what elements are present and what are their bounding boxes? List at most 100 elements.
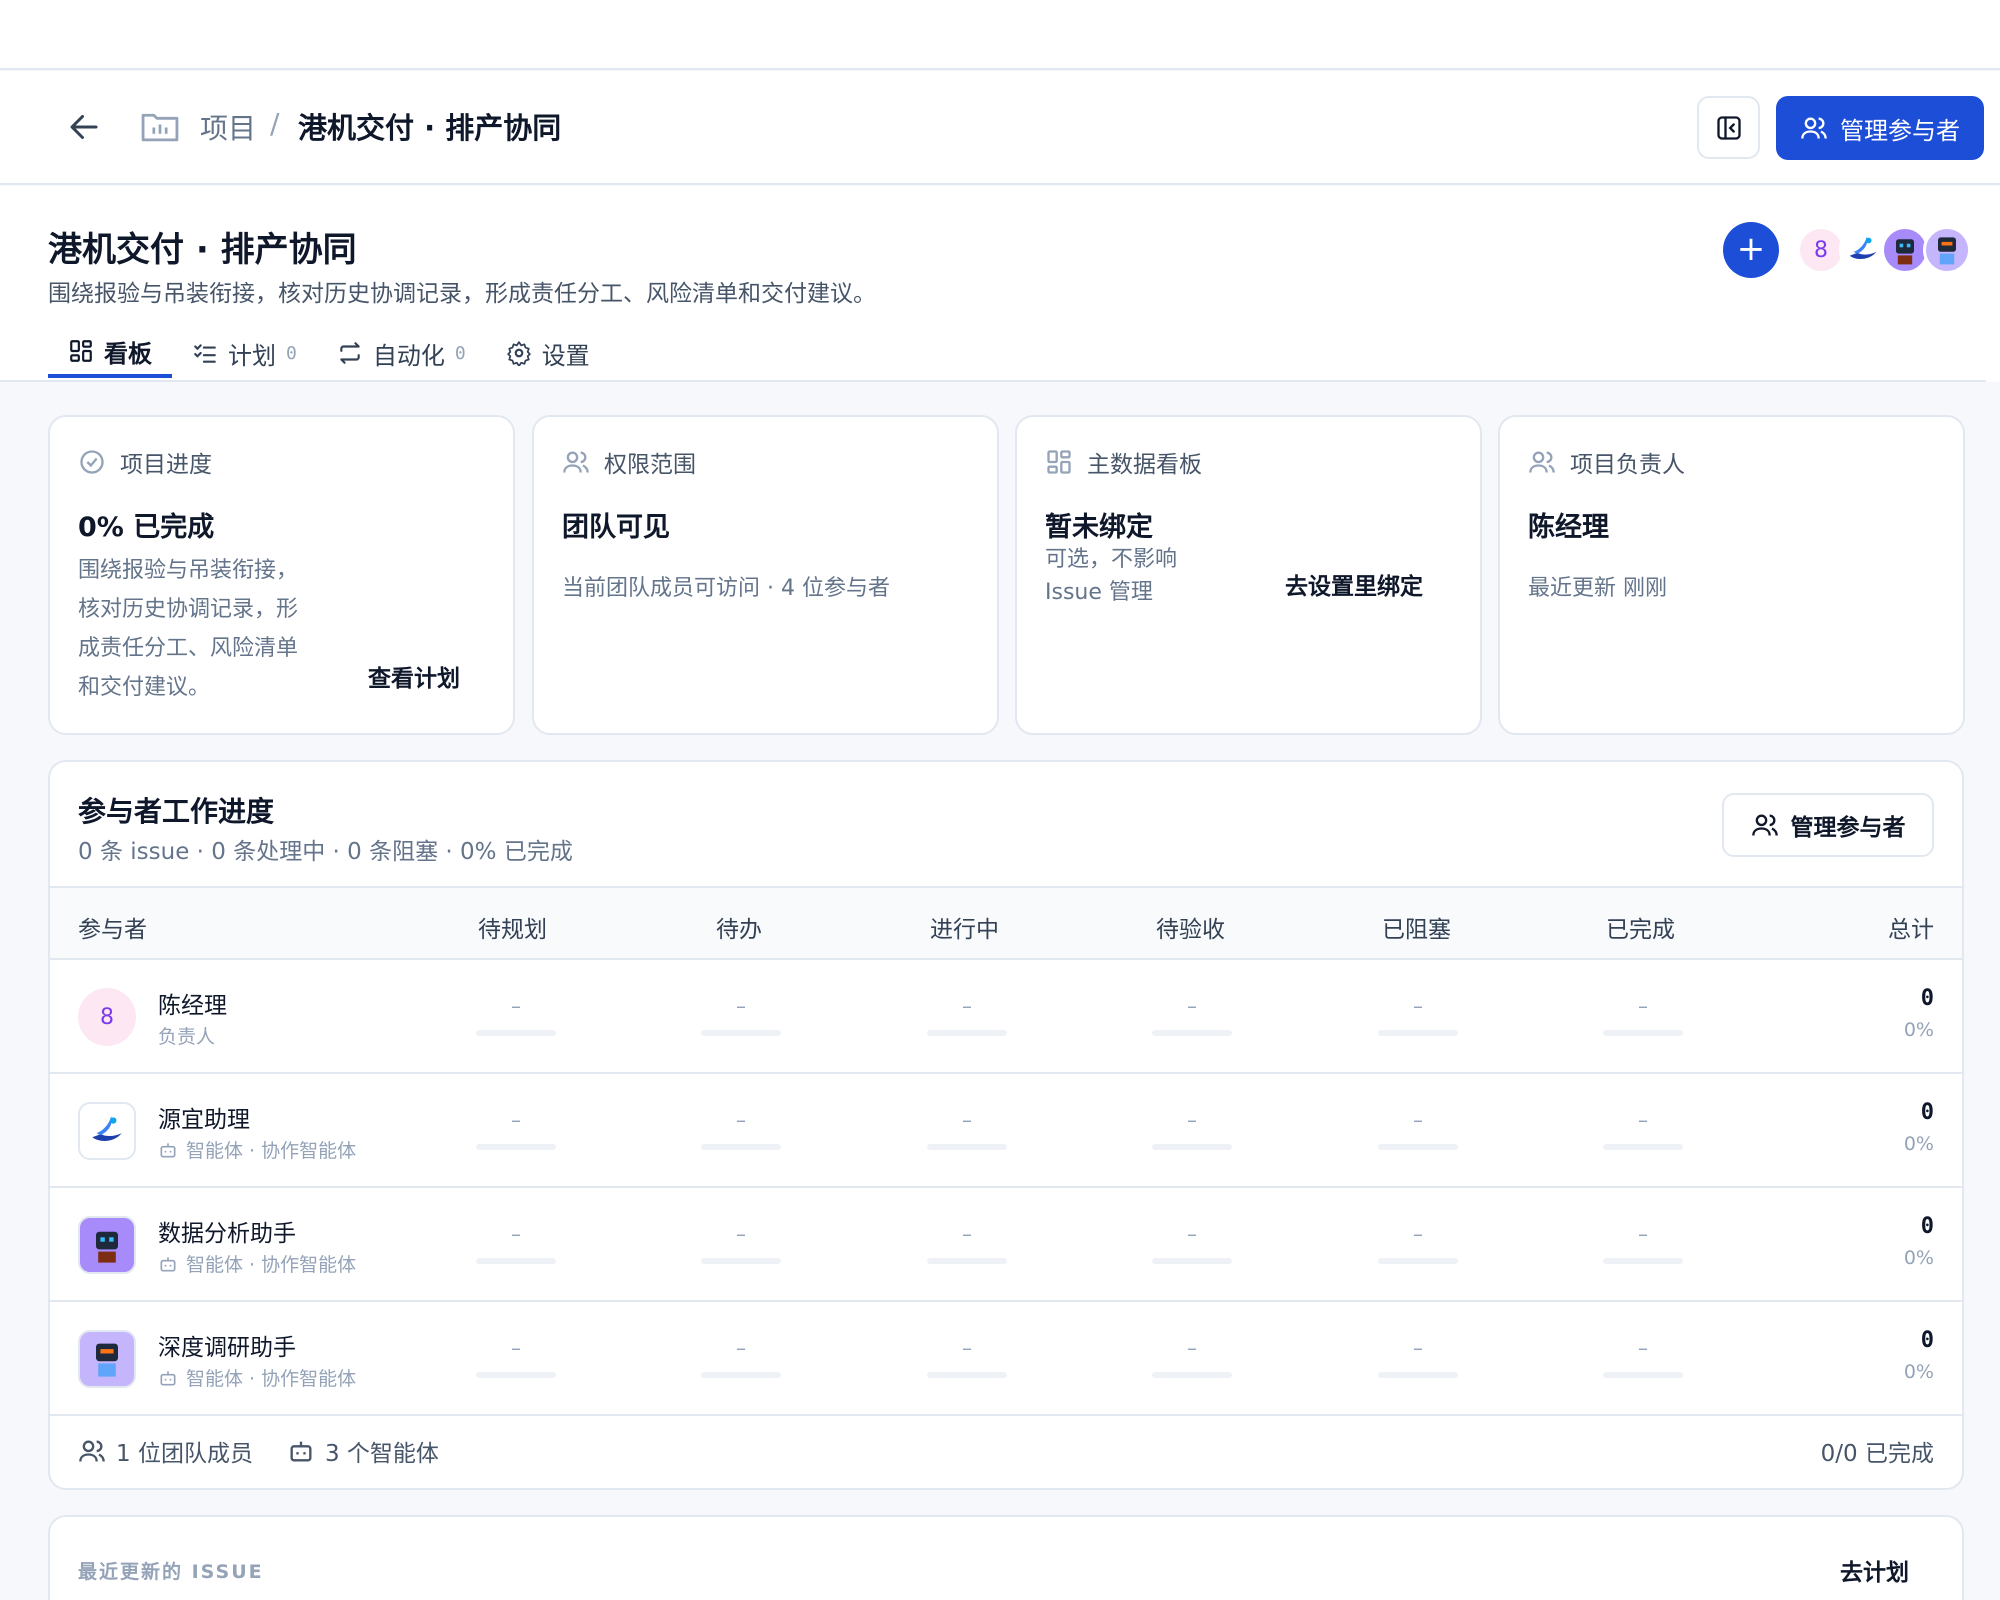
cell-blocked: –: [1378, 1108, 1458, 1150]
cell-blocked: –: [1378, 994, 1458, 1036]
tab-divider: [0, 380, 1986, 382]
progress-bar: [1378, 1258, 1458, 1264]
robot-purple-icon: [78, 1216, 136, 1274]
cell-value: –: [511, 1222, 521, 1246]
folder-icon: [140, 109, 180, 147]
card-progress-body: 围绕报验与吊装衔接， 核对历史协调记录，形 成责任分工、风险清单 和交付建议。: [78, 551, 298, 707]
card-data-board-value: 暂未绑定: [1045, 512, 1153, 543]
col-blocked: 已阻塞: [1382, 917, 1451, 943]
cell-todo: –: [701, 1108, 781, 1150]
cell-to-plan: –: [476, 1222, 556, 1264]
participant-workload-panel: 参与者工作进度 0 条 issue · 0 条处理中 · 0 条阻塞 · 0% …: [48, 760, 1964, 1490]
users-icon: [563, 451, 589, 473]
manage-participants-label: 管理参与者: [1840, 116, 1960, 145]
go-to-plan-link[interactable]: 去计划: [1840, 1553, 1909, 1587]
users-icon: [1801, 117, 1827, 139]
progress-bar: [701, 1030, 781, 1036]
breadcrumb-current: 港机交付 · 排产协同: [298, 111, 562, 145]
cell-value: –: [962, 1108, 972, 1132]
card-project-progress: 项目进度 0% 已完成 围绕报验与吊装衔接， 核对历史协调记录，形 成责任分工、…: [48, 415, 515, 735]
users-icon: [79, 1440, 105, 1462]
total-percent: 0%: [1903, 1133, 1934, 1155]
grid-icon: [1047, 450, 1071, 474]
col-todo: 待办: [716, 917, 762, 943]
tab-board-label: 看板: [104, 339, 152, 368]
cell-value: –: [962, 994, 972, 1018]
card-data-board-body: 可选，不影响 Issue 管理: [1045, 543, 1177, 609]
card-progress-line: 和交付建议。: [78, 675, 211, 700]
card-progress-line: 成责任分工、风险清单: [78, 636, 299, 661]
tab-automation[interactable]: 自动化 0: [317, 328, 486, 378]
bot-icon: [160, 1142, 176, 1157]
progress-bar: [1378, 1372, 1458, 1378]
participant-avatars[interactable]: 8: [1797, 226, 1971, 274]
page-header: 项目 / 港机交付 · 排产协同 管理参与者: [0, 71, 2000, 185]
table-row[interactable]: 深度调研助手 智能体 · 协作智能体 – – – – – – 0 0%: [50, 1302, 1962, 1416]
workload-footer: 1 位团队成员 3 个智能体: [78, 1434, 439, 1468]
bot-icon: [160, 1370, 176, 1385]
col-participant: 参与者: [78, 917, 147, 943]
yuanyi-logo-icon: [1839, 226, 1887, 274]
manage-participants-button-secondary[interactable]: 管理参与者: [1722, 793, 1934, 857]
cell-value: –: [736, 1222, 746, 1246]
table-row[interactable]: 源宜助理 智能体 · 协作智能体 – – – – – – 0 0%: [50, 1074, 1962, 1188]
breadcrumb-projects[interactable]: 项目: [200, 107, 256, 147]
progress-bar: [1378, 1030, 1458, 1036]
avatar: 8: [1797, 226, 1845, 274]
total-count: 0: [1920, 1100, 1934, 1125]
bind-in-settings-link[interactable]: 去设置里绑定: [1285, 567, 1423, 601]
robot-purple-icon: [1881, 226, 1929, 274]
card-project-owner: 项目负责人 陈经理 最近更新 刚刚: [1498, 415, 1965, 735]
cell-value: –: [1638, 1336, 1648, 1360]
tab-settings[interactable]: 设置: [486, 328, 610, 378]
gear-icon: [506, 341, 531, 366]
card-data-board-line: 可选，不影响: [1045, 547, 1178, 572]
manage-participants-button[interactable]: 管理参与者: [1776, 96, 1984, 160]
add-button[interactable]: +: [1723, 222, 1779, 278]
back-button[interactable]: [62, 105, 106, 149]
card-permission-value: 团队可见: [562, 512, 670, 543]
agent-count: 3 个智能体: [324, 1441, 439, 1467]
cell-value: –: [1187, 994, 1197, 1018]
tab-automation-count: 0: [454, 342, 466, 364]
cell-to-plan: –: [476, 1336, 556, 1378]
col-in-progress: 进行中: [930, 917, 999, 943]
cell-value: –: [962, 1336, 972, 1360]
progress-bar: [1378, 1144, 1458, 1150]
progress-bar: [701, 1258, 781, 1264]
card-data-board: 主数据看板 暂未绑定 可选，不影响 Issue 管理 去设置里绑定: [1015, 415, 1482, 735]
check-circle-icon: [80, 450, 104, 474]
progress-bar: [1152, 1030, 1232, 1036]
repeat-icon: [340, 342, 360, 364]
progress-bar: [1603, 1144, 1683, 1150]
participant-name: 陈经理: [158, 993, 227, 1019]
progress-bar: [1152, 1144, 1232, 1150]
card-owner-body: 最近更新 刚刚: [1528, 576, 1667, 601]
total-count: 0: [1920, 1214, 1934, 1239]
card-permission-header: 权限范围: [562, 445, 696, 479]
sidebar-toggle-button[interactable]: [1697, 96, 1760, 159]
cell-to-accept: –: [1152, 1108, 1232, 1150]
card-owner-title: 项目负责人: [1570, 452, 1685, 478]
total-percent: 0%: [1903, 1361, 1934, 1383]
card-progress-title: 项目进度: [120, 452, 212, 478]
participant-role: 智能体 · 协作智能体: [158, 1250, 356, 1277]
project-description: 围绕报验与吊装衔接，核对历史协调记录，形成责任分工、风险清单和交付建议。: [48, 281, 876, 307]
view-plan-link[interactable]: 查看计划: [368, 659, 460, 693]
tab-plan[interactable]: 计划 0: [172, 328, 317, 378]
card-data-board-title: 主数据看板: [1087, 452, 1202, 478]
table-header: 参与者 待规划 待办 进行中 待验收 已阻塞 已完成 总计: [50, 886, 1962, 960]
table-row[interactable]: 8 陈经理 负责人 – – – – – – 0 0%: [50, 960, 1962, 1074]
avatar: 8: [78, 988, 136, 1046]
card-owner-header: 项目负责人: [1528, 445, 1685, 479]
cell-todo: –: [701, 1336, 781, 1378]
cell-done: –: [1603, 1222, 1683, 1264]
table-row[interactable]: 数据分析助手 智能体 · 协作智能体 – – – – – – 0 0%: [50, 1188, 1962, 1302]
progress-bar: [476, 1372, 556, 1378]
cell-value: –: [1638, 994, 1648, 1018]
progress-bar: [1152, 1372, 1232, 1378]
col-done: 已完成: [1606, 917, 1675, 943]
tab-board[interactable]: 看板: [48, 328, 172, 378]
progress-bar: [476, 1030, 556, 1036]
arrow-left-icon: [70, 115, 98, 139]
